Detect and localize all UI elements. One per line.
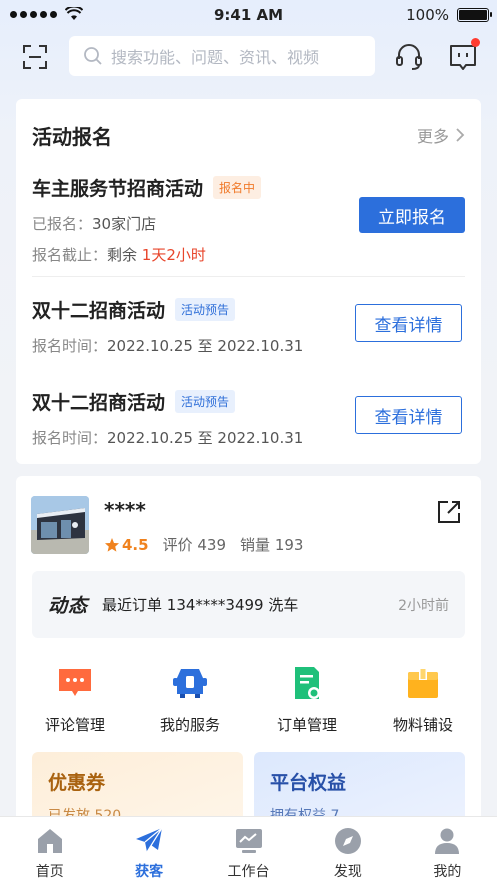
battery-percent: 100% (406, 6, 449, 24)
order-manage-icon (295, 667, 320, 699)
dynamic-text: 最近订单 134****3499 洗车 (102, 596, 299, 614)
tab-label: 工作台 (227, 864, 270, 880)
store-name: **** (104, 498, 146, 522)
dynamic-logo: 动态 (48, 595, 89, 617)
activity-item: 车主服务节招商活动 报名中 已报名：30家门店 报名截止：剩余 1天2小时 立即… (32, 174, 465, 265)
comment-manage-icon (59, 669, 91, 696)
scan-icon (23, 45, 47, 69)
search-placeholder: 搜索功能、问题、资讯、视频 (111, 48, 320, 67)
rights-title: 平台权益 (270, 772, 347, 794)
activity-name: 车主服务节招商活动 (32, 178, 204, 200)
status-badge: 活动预告 (175, 390, 236, 413)
activity-deadline: 报名截止：剩余 1天2小时 (32, 246, 206, 264)
coupon-title: 优惠券 (48, 772, 106, 794)
divider (32, 276, 465, 277)
tab-label: 首页 (35, 864, 64, 880)
section-title: 活动报名 (32, 125, 112, 149)
view-details-button[interactable]: 查看详情 (355, 304, 462, 342)
quick-action-my-service[interactable]: 我的服务 (140, 664, 240, 735)
home-icon (37, 829, 62, 853)
tab-acquire[interactable]: 获客 (99, 817, 198, 883)
more-label: 更多 (416, 127, 449, 146)
activity-name: 双十二招商活动 (32, 392, 166, 414)
tab-discover[interactable]: 发现 (298, 817, 397, 883)
activity-item: 双十二招商活动 活动预告 报名时间：2022.10.25 至 2022.10.3… (32, 296, 465, 356)
bottom-tab-bar: 首页 获客 工作台 发现 我的 (0, 816, 497, 883)
store-stats: 4.5 评价 439 销量 193 (104, 534, 303, 555)
tab-workbench[interactable]: 工作台 (199, 817, 298, 883)
status-badge: 活动预告 (175, 298, 236, 321)
quick-action-material[interactable]: 物料铺设 (373, 664, 473, 735)
activity-item: 双十二招商活动 活动预告 报名时间：2022.10.25 至 2022.10.3… (32, 388, 465, 448)
tab-mine[interactable]: 我的 (398, 817, 497, 883)
top-bar: 搜索功能、问题、资讯、视频 (0, 36, 497, 78)
status-bar: 9:41 AM 100% (0, 0, 497, 30)
compass-icon (334, 828, 361, 854)
headset-icon (396, 44, 422, 70)
scan-button[interactable] (18, 40, 52, 74)
my-service-icon (173, 669, 207, 698)
quick-action-comment-manage[interactable]: 评论管理 (25, 664, 125, 735)
star-icon (105, 537, 119, 552)
store-photo[interactable] (31, 496, 89, 554)
material-icon (408, 668, 438, 698)
quick-action-label: 评论管理 (44, 716, 105, 734)
external-link-icon (438, 501, 460, 523)
signup-button[interactable]: 立即报名 (359, 197, 465, 233)
tab-label: 获客 (135, 864, 164, 880)
battery-icon (457, 8, 492, 22)
search-icon (84, 47, 102, 65)
review-count: 评价 439 (162, 536, 227, 554)
more-link[interactable]: 更多 (417, 123, 465, 147)
chevron-right-icon (456, 128, 465, 142)
search-input[interactable]: 搜索功能、问题、资讯、视频 (69, 36, 375, 76)
quick-action-label: 订单管理 (276, 716, 337, 734)
message-button[interactable] (446, 38, 480, 74)
tab-home[interactable]: 首页 (0, 817, 99, 883)
customer-service-button[interactable] (392, 40, 426, 74)
notification-badge (471, 38, 480, 47)
quick-action-label: 物料铺设 (392, 716, 453, 734)
sales-count: 销量 193 (240, 536, 304, 554)
status-badge: 报名中 (213, 176, 262, 199)
workbench-icon (235, 829, 262, 853)
store-dynamic-banner[interactable]: 动态 最近订单 134****3499 洗车 2小时前 (32, 571, 465, 638)
dynamic-time: 2小时前 (398, 597, 449, 614)
view-details-button[interactable]: 查看详情 (355, 396, 462, 434)
store-rating: 4.5 (104, 536, 149, 554)
user-icon (435, 828, 460, 854)
open-store-button[interactable] (435, 498, 463, 526)
quick-action-order-manage[interactable]: 订单管理 (257, 664, 357, 735)
store-photo-image (31, 496, 89, 554)
quick-action-label: 我的服务 (159, 716, 220, 734)
send-icon (136, 827, 163, 853)
store-card: **** 4.5 评价 439 销量 193 动态 最近订单 134****34… (16, 476, 481, 836)
activity-card: 活动报名 更多 车主服务节招商活动 报名中 已报名：30家门店 报名截止：剩余 … (16, 99, 481, 464)
tab-label: 我的 (433, 864, 462, 880)
activity-name: 双十二招商活动 (32, 300, 166, 322)
tab-label: 发现 (333, 864, 362, 880)
